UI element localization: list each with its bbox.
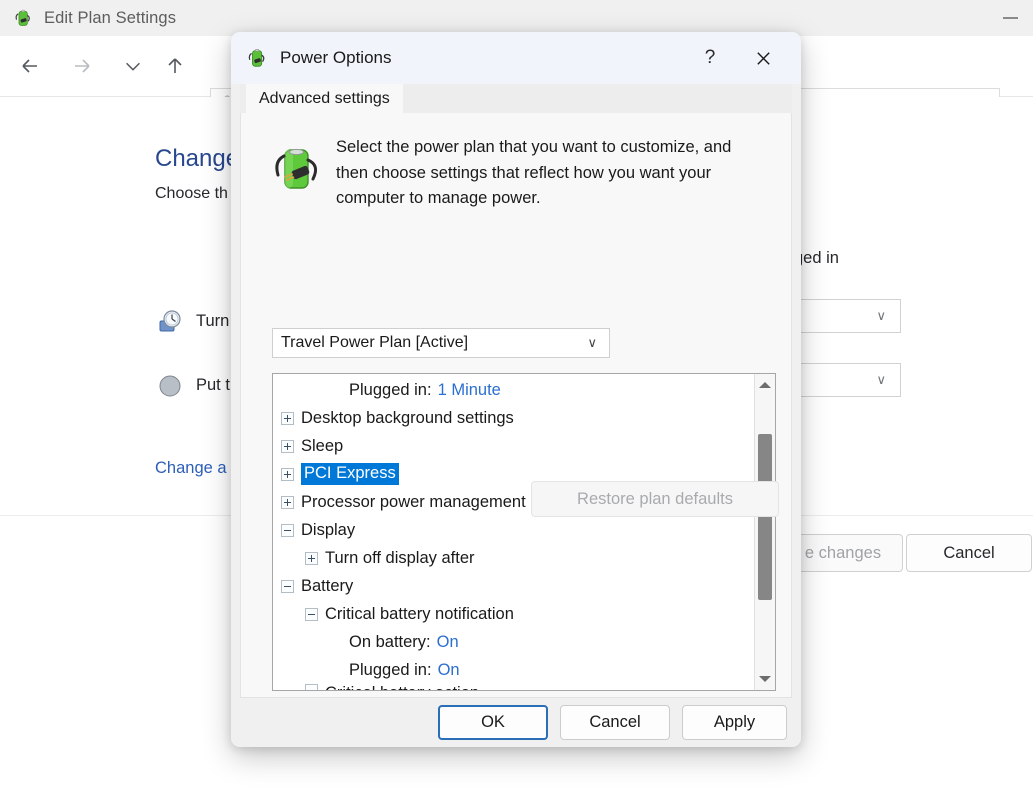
dialog-title: Power Options [280, 48, 392, 68]
arrow-up-icon[interactable] [163, 54, 187, 78]
tree-item-label: Plugged in: [349, 381, 432, 400]
scroll-down-arrow[interactable] [755, 669, 775, 689]
expand-plus-icon[interactable] [281, 412, 294, 425]
tree-item-value[interactable]: On [437, 633, 459, 652]
dialog-body: Advanced settings Select the power [240, 84, 792, 698]
tree-item-list: Plugged in: 1 Minute Desktop background se… [273, 374, 753, 691]
minimize-button[interactable] [987, 0, 1033, 36]
scrollbar-thumb[interactable] [758, 434, 772, 600]
tree-item-value[interactable]: On [438, 661, 460, 680]
help-button[interactable]: ? [689, 32, 731, 84]
expand-plus-icon[interactable] [281, 440, 294, 453]
power-plan-selected-value: Travel Power Plan [Active] [281, 334, 587, 352]
chevron-down-icon: ∨ [876, 308, 886, 324]
tree-item[interactable]: Turn off display after [273, 544, 753, 572]
background-cancel-button[interactable]: Cancel [906, 534, 1032, 572]
power-options-dialog: Power Options ? Advanced settings [231, 32, 801, 747]
dialog-titlebar: Power Options ? [231, 32, 801, 84]
scroll-up-arrow[interactable] [755, 375, 775, 395]
change-advanced-settings-link[interactable]: Change a [155, 459, 227, 478]
expand-plus-icon[interactable] [305, 552, 318, 565]
power-battery-icon [247, 47, 269, 69]
tree-item-label: Processor power management [301, 493, 526, 512]
tree-vertical-scrollbar[interactable] [754, 374, 775, 690]
cancel-button[interactable]: Cancel [560, 705, 670, 740]
chevron-down-icon[interactable] [122, 55, 144, 77]
tree-item-label: Critical battery notification [325, 605, 514, 624]
page-subtitle: Choose th [155, 185, 228, 203]
tree-item[interactable]: Plugged in: 1 Minute [273, 376, 753, 404]
tree-item-label: Battery [301, 577, 353, 596]
background-window-title: Edit Plan Settings [44, 9, 176, 28]
save-changes-button[interactable]: e changes [783, 534, 903, 572]
tree-item[interactable]: On battery: On [273, 628, 753, 656]
expand-plus-icon[interactable] [281, 468, 294, 481]
collapse-minus-icon[interactable] [281, 580, 294, 593]
tabstrip: Advanced settings [240, 84, 792, 114]
tree-item-label: Plugged in: [349, 661, 432, 680]
tree-item[interactable]: Critical battery notification [273, 600, 753, 628]
tree-item-label: Desktop background settings [301, 409, 514, 428]
tree-item[interactable]: Desktop background settings [273, 404, 753, 432]
collapse-minus-icon[interactable] [281, 524, 294, 537]
collapse-minus-icon[interactable] [305, 608, 318, 621]
page-title: Change [155, 145, 239, 173]
tree-item-label: Display [301, 521, 355, 540]
tab-advanced-settings[interactable]: Advanced settings [246, 84, 403, 113]
tree-item-label: On battery: [349, 633, 431, 652]
tree-item-value[interactable]: 1 Minute [438, 381, 501, 400]
tree-item[interactable]: Display [273, 516, 753, 544]
tree-item[interactable]: Sleep [273, 432, 753, 460]
apply-button[interactable]: Apply [682, 705, 787, 740]
tree-item[interactable]: Battery [273, 572, 753, 600]
advanced-settings-tree[interactable]: Plugged in: 1 Minute Desktop background se… [272, 373, 776, 691]
restore-plan-defaults-button[interactable]: Restore plan defaults [531, 481, 779, 517]
power-plan-select[interactable]: Travel Power Plan [Active] ∨ [272, 328, 610, 358]
background-row-label-1: Turn [196, 312, 229, 331]
arrow-left-icon[interactable] [18, 54, 42, 78]
background-window-titlebar: Edit Plan Settings [0, 0, 1033, 36]
power-battery-large-icon [272, 141, 326, 195]
collapse-minus-icon[interactable] [305, 684, 318, 691]
power-battery-icon [14, 8, 34, 28]
display-clock-icon [157, 309, 183, 335]
tree-item[interactable]: Critical battery action [273, 684, 753, 691]
close-button[interactable] [739, 32, 787, 84]
close-icon [754, 49, 773, 68]
tree-item-label: PCI Express [301, 463, 399, 485]
dialog-description: Select the power plan that you want to c… [336, 135, 754, 212]
chevron-down-icon: ∨ [587, 335, 597, 351]
tree-item-label: Sleep [301, 437, 343, 456]
tree-item-label: Turn off display after [325, 549, 475, 568]
tab-page-advanced-settings: Select the power plan that you want to c… [240, 113, 792, 698]
chevron-down-icon: ∨ [876, 372, 886, 388]
dialog-footer: OK Cancel Apply [231, 698, 801, 747]
sleep-moon-icon [157, 373, 183, 399]
background-row-label-2: Put t [196, 376, 230, 395]
tree-item[interactable]: Plugged in: On [273, 656, 753, 684]
expand-plus-icon[interactable] [281, 496, 294, 509]
arrow-right-icon[interactable] [70, 54, 94, 78]
tree-item-label: Critical battery action [325, 684, 479, 691]
ok-button[interactable]: OK [438, 705, 548, 740]
